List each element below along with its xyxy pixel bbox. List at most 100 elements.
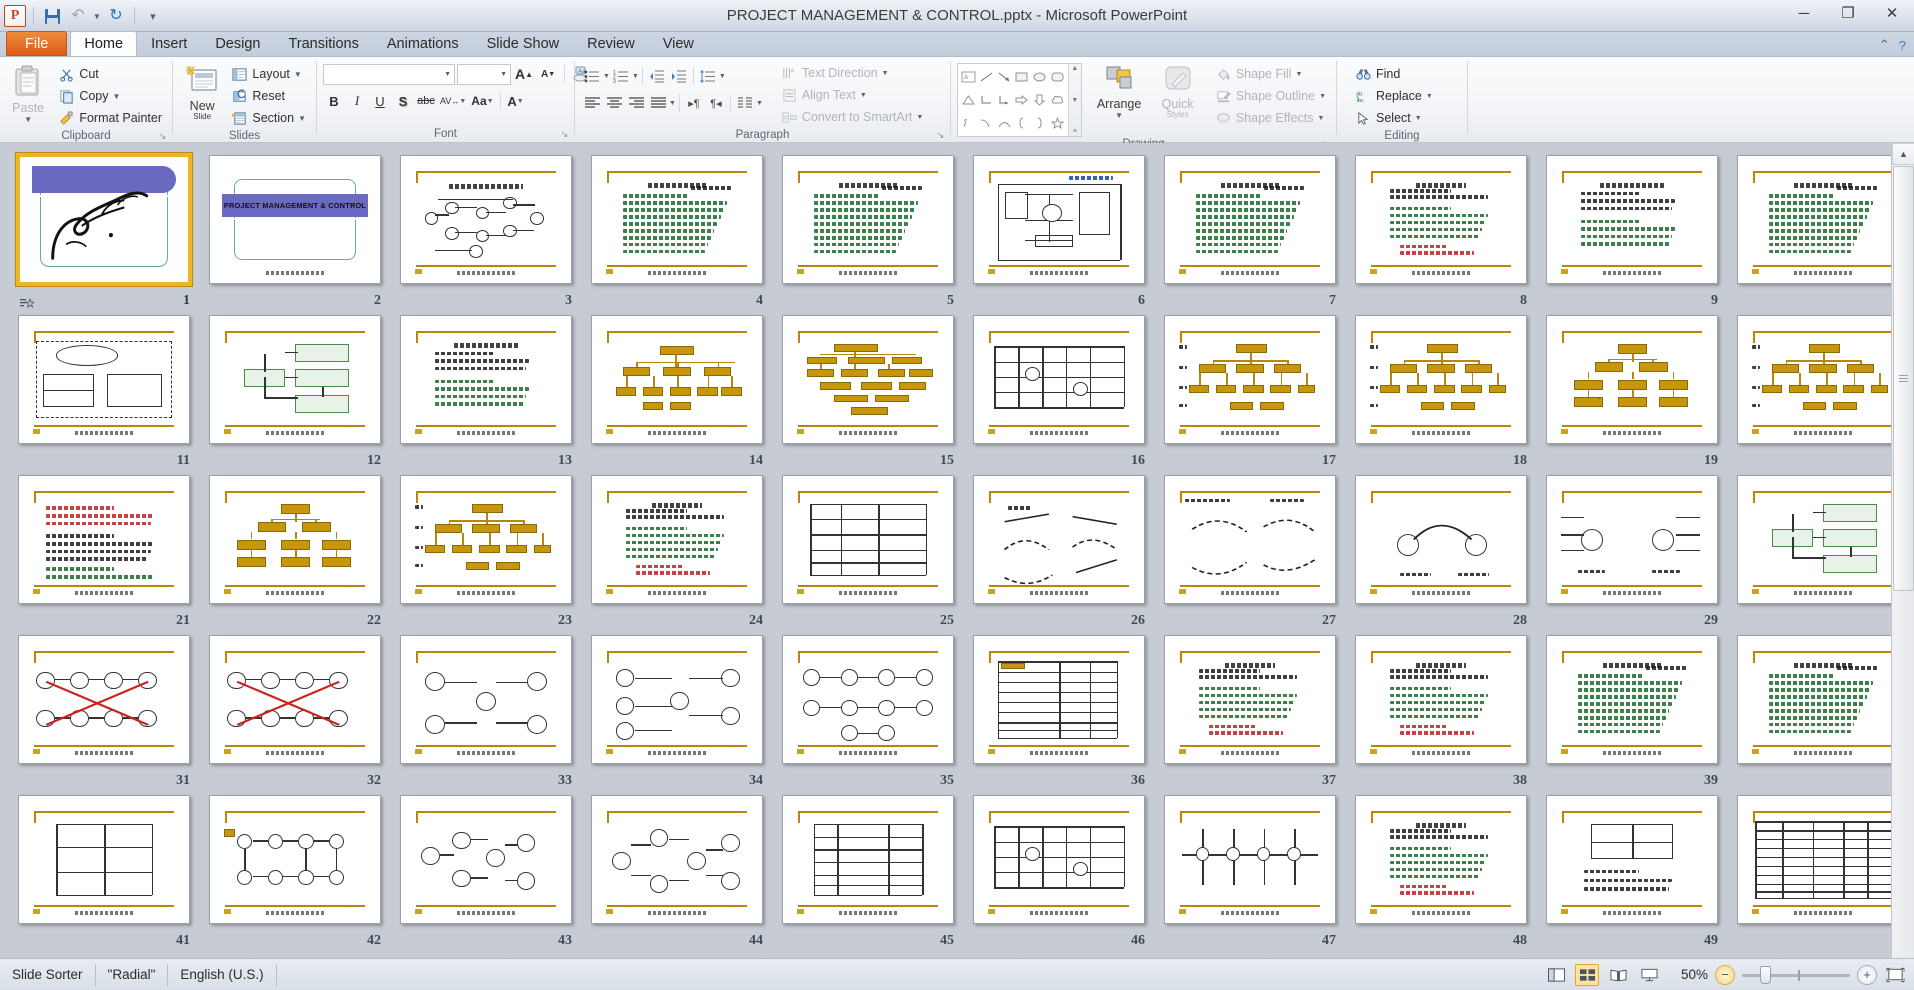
tab-transitions[interactable]: Transitions [274, 31, 372, 56]
slide-thumbnail-24[interactable]: 24 [587, 473, 773, 633]
tab-file[interactable]: File [6, 31, 68, 56]
slide-thumbnail-image[interactable] [1737, 475, 1909, 604]
scrollbar-thumb[interactable] [1893, 166, 1914, 591]
status-theme-name[interactable]: "Radial" [96, 963, 169, 986]
slide-thumbnail-4[interactable]: 4 [587, 153, 773, 313]
line-spacing-dropdown-icon[interactable]: ▼ [719, 73, 726, 80]
columns-dropdown-icon[interactable]: ▼ [756, 100, 763, 107]
tab-animations[interactable]: Animations [373, 31, 473, 56]
align-text-button[interactable]: Align Text ▼ [777, 84, 927, 106]
slide-thumbnail-image[interactable] [782, 795, 954, 924]
slide-thumbnail-16[interactable]: 16 [969, 313, 1155, 473]
replace-button[interactable]: ab ac Replace ▼ [1351, 85, 1437, 107]
slide-thumbnail-image[interactable] [400, 315, 572, 444]
slide-thumbnail-image[interactable] [1546, 795, 1718, 924]
slide-thumbnail-image[interactable] [18, 475, 190, 604]
slide-thumbnail-image[interactable] [973, 475, 1145, 604]
slide-thumbnail-image[interactable] [973, 795, 1145, 924]
reset-button[interactable]: Reset [227, 85, 310, 107]
status-language[interactable]: English (U.S.) [168, 963, 277, 986]
left-brace-shape-icon[interactable] [1013, 111, 1031, 134]
slide-thumbnail-29[interactable]: 29 [1542, 473, 1728, 633]
slide-thumbnail-39[interactable]: 39 [1542, 633, 1728, 793]
line-spacing-button[interactable] [697, 65, 719, 87]
slide-thumbnail-34[interactable]: 34 [587, 633, 773, 793]
columns-button[interactable] [734, 92, 756, 114]
numbering-button[interactable]: 123 [610, 65, 632, 87]
triangle-shape-icon[interactable] [960, 89, 978, 112]
chevron-down-icon[interactable]: ▼ [860, 92, 867, 99]
slide-thumbnail-image[interactable] [1355, 635, 1527, 764]
slide-thumbnail-image[interactable] [1164, 635, 1336, 764]
slide-thumbnail-37[interactable]: 37 [1160, 633, 1346, 793]
font-name-combobox[interactable]: ▼ [323, 63, 455, 85]
slide-thumbnail-image[interactable] [400, 635, 572, 764]
left-to-right-button[interactable]: ▸¶ [683, 92, 705, 114]
slide-sorter-view-button[interactable] [1575, 963, 1599, 986]
slide-thumbnail-11[interactable]: 11 [14, 313, 200, 473]
section-dropdown-icon[interactable]: ▼ [298, 114, 306, 123]
slide-thumbnail-image[interactable] [400, 155, 572, 284]
text-box-shape-icon[interactable]: A [960, 66, 978, 89]
slide-thumbnail-image[interactable] [209, 315, 381, 444]
tab-insert[interactable]: Insert [137, 31, 201, 56]
slide-thumbnail-image[interactable] [400, 795, 572, 924]
zoom-out-button[interactable]: − [1715, 964, 1735, 985]
slide-thumbnail-2[interactable]: PROJECT MANAGEMENT & CONTROL 2 [205, 153, 391, 313]
numbering-dropdown-icon[interactable]: ▼ [632, 73, 639, 80]
shape-outline-button[interactable]: Shape Outline ▼ [1211, 85, 1330, 107]
shrink-font-button[interactable]: A ▼ [537, 63, 559, 85]
copy-dropdown-icon[interactable]: ▼ [113, 92, 121, 101]
elbow-connector-icon[interactable] [978, 89, 996, 112]
arc-shape-icon[interactable] [995, 111, 1013, 134]
slide-thumbnail-36[interactable]: 36 [969, 633, 1155, 793]
slide-thumbnail-38[interactable]: 38 [1351, 633, 1537, 793]
quick-styles-button[interactable]: Quick Styles [1148, 61, 1207, 121]
right-arrow-shape-icon[interactable] [1013, 89, 1031, 112]
fit-slide-to-window-button[interactable] [1884, 965, 1906, 985]
star-shape-icon[interactable] [1048, 111, 1066, 134]
slide-thumbnail-image[interactable] [1355, 475, 1527, 604]
shapes-gallery[interactable]: A ▲ ▼ ≡ [957, 63, 1082, 137]
slide-thumbnail-image[interactable] [591, 795, 763, 924]
slide-thumbnail-image[interactable] [1164, 475, 1336, 604]
slide-thumbnail-image[interactable] [18, 315, 190, 444]
slide-thumbnail-image[interactable] [782, 475, 954, 604]
format-painter-button[interactable]: Format Painter [54, 107, 166, 129]
slide-thumbnail-44[interactable]: 44 [587, 793, 773, 953]
slide-thumbnail-8[interactable]: 8 [1351, 153, 1537, 313]
slide-thumbnail-image[interactable] [1737, 315, 1909, 444]
increase-indent-button[interactable] [668, 65, 690, 87]
slide-thumbnail-21[interactable]: 21 [14, 473, 200, 633]
chevron-down-icon[interactable]: ▼ [500, 71, 507, 78]
slide-thumbnail-18[interactable]: 18 [1351, 313, 1537, 473]
align-right-button[interactable] [625, 92, 647, 114]
arrange-dropdown-icon[interactable]: ▼ [1115, 110, 1123, 122]
slide-thumbnail-23[interactable]: 23 [396, 473, 582, 633]
slide-thumbnail-25[interactable]: 25 [778, 473, 964, 633]
zoom-slider-handle[interactable] [1760, 965, 1771, 984]
slide-thumbnail-1[interactable]: 1 [14, 153, 200, 313]
slide-thumbnail-image[interactable] [18, 635, 190, 764]
slide-thumbnail-27[interactable]: 27 [1160, 473, 1346, 633]
slide-thumbnail-image[interactable] [591, 155, 763, 284]
underline-button[interactable]: U [369, 90, 391, 112]
chevron-down-icon[interactable]: ▼ [1295, 71, 1302, 78]
layout-dropdown-icon[interactable]: ▼ [294, 70, 302, 79]
paragraph-dialog-launcher[interactable]: ↘ [935, 128, 946, 140]
slide-thumbnail-41[interactable]: 41 [14, 793, 200, 953]
chevron-down-icon[interactable]: ▼ [916, 114, 923, 121]
slide-show-button[interactable] [1637, 964, 1661, 986]
grow-font-button[interactable]: A ▲ [513, 63, 535, 85]
reading-view-button[interactable] [1606, 964, 1630, 986]
layout-button[interactable]: Layout ▼ [227, 63, 310, 85]
slide-thumbnail-7[interactable]: 7 [1160, 153, 1346, 313]
slide-thumbnail-35[interactable]: 35 [778, 633, 964, 793]
chevron-down-icon[interactable]: ▼ [459, 98, 466, 105]
slide-thumbnail-image[interactable] [782, 315, 954, 444]
bullets-dropdown-icon[interactable]: ▼ [603, 73, 610, 80]
chevron-down-icon[interactable]: ▼ [444, 71, 451, 78]
slide-thumbnail-20[interactable]: 20 [1733, 313, 1914, 473]
slide-thumbnail-image[interactable] [973, 315, 1145, 444]
slide-thumbnail-9[interactable]: 9 [1542, 153, 1728, 313]
